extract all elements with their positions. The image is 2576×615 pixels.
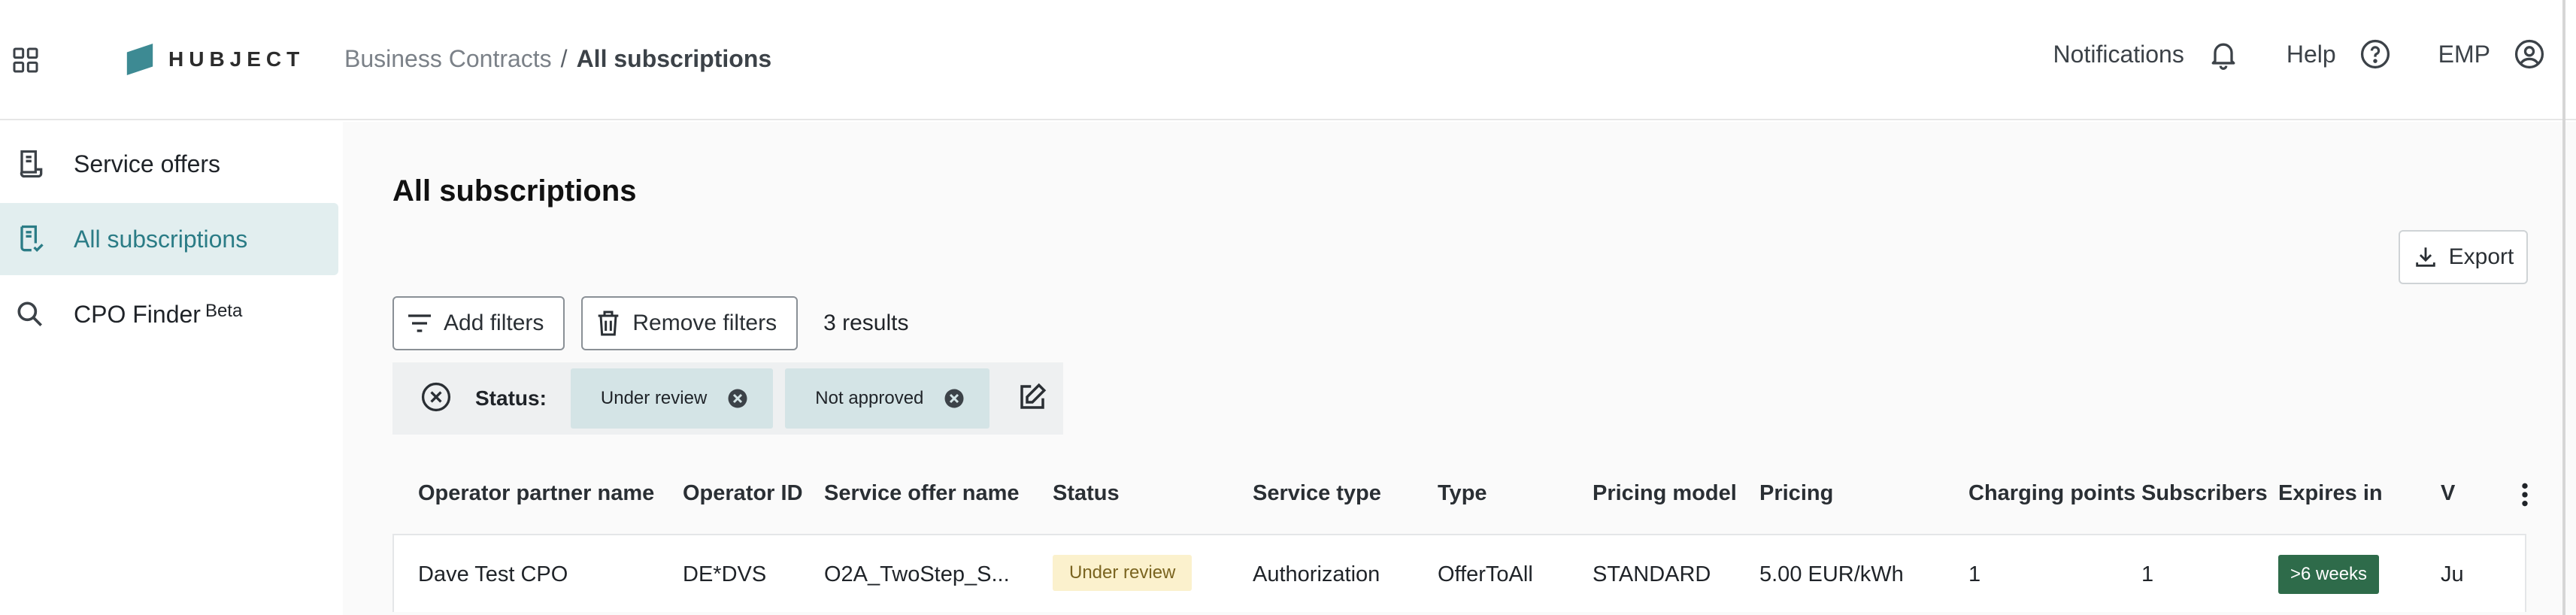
active-filters: Status: Under review Not approved [392, 362, 1063, 435]
cell-service-type: Authorization [1253, 562, 1380, 586]
main-content: All subscriptions Export Add filters Rem… [343, 122, 2576, 615]
brand-logo[interactable]: HUBJECT [126, 44, 305, 75]
close-circle-icon [421, 382, 451, 411]
help-label: Help [2286, 40, 2336, 68]
export-label: Export [2448, 244, 2514, 269]
column-header[interactable]: Expires in [2278, 481, 2383, 506]
header-actions: Notifications Help EMP [2053, 38, 2546, 71]
cell-pricing: 5.00 EUR/kWh [1759, 562, 1904, 586]
chip-label: Under review [600, 388, 708, 408]
cell-pricing-model: STANDARD [1593, 562, 1711, 586]
add-filters-button[interactable]: Add filters [392, 296, 565, 350]
notifications-button[interactable]: Notifications [2053, 38, 2240, 71]
filter-icon [408, 314, 431, 332]
beta-badge: Beta [205, 301, 243, 321]
window-scrollbar[interactable] [2562, 0, 2565, 615]
column-header[interactable]: Service type [1253, 481, 1381, 506]
cell-charging-points: 1 [1968, 562, 1981, 586]
bell-icon [2211, 43, 2235, 70]
notifications-label: Notifications [2053, 40, 2184, 68]
account-circle-icon [2514, 39, 2544, 69]
sidebar-item-label: CPO Finder [74, 300, 201, 328]
status-filter-label: Status: [475, 386, 547, 410]
brand-wordmark: HUBJECT [168, 47, 305, 71]
export-button[interactable]: Export [2399, 230, 2528, 284]
column-header[interactable]: Charging points [1968, 481, 2135, 506]
help-button[interactable]: Help [2287, 38, 2392, 71]
sidebar: Service offers All subscriptions CPO Fin… [0, 122, 343, 615]
remove-chip-icon[interactable] [943, 387, 965, 410]
results-count: 3 results [823, 311, 909, 335]
breadcrumb-parent[interactable]: Business Contracts [344, 45, 552, 73]
column-header[interactable]: Subscribers [2141, 481, 2268, 506]
cell-subscribers: 1 [2141, 562, 2154, 586]
filter-chip-under-review: Under review [570, 368, 774, 429]
account-label: EMP [2438, 40, 2490, 68]
column-header[interactable]: V [2441, 481, 2455, 506]
sidebar-item-service-offers[interactable]: Service offers [0, 128, 338, 200]
table-row[interactable]: Dave Test CPO DE*DVS O2A_TwoStep_S... Un… [392, 534, 2526, 612]
expires-badge: >6 weeks [2278, 555, 2380, 594]
cell-service-offer-name: O2A_TwoStep_S... [824, 562, 1010, 586]
add-filters-label: Add filters [444, 311, 544, 335]
breadcrumb: Business Contracts / All subscriptions [344, 45, 771, 73]
cell-operator-id: DE*DVS [683, 562, 767, 586]
filter-chip-not-approved: Not approved [785, 368, 990, 429]
edit-filter-button[interactable] [1017, 381, 1048, 417]
apps-grid-icon[interactable] [11, 45, 41, 75]
column-header[interactable]: Operator partner name [418, 481, 654, 506]
top-header: HUBJECT Business Contracts / All subscri… [0, 0, 2576, 120]
sidebar-item-label: Service offers [74, 150, 221, 177]
hubject-logo-icon [126, 44, 153, 75]
column-header[interactable]: Pricing [1759, 481, 1833, 506]
status-badge: Under review [1053, 555, 1193, 591]
remove-filters-button[interactable]: Remove filters [581, 296, 799, 350]
column-header[interactable]: Status [1053, 481, 1120, 506]
cell-operator-partner-name: Dave Test CPO [418, 562, 568, 586]
search-icon [17, 301, 42, 326]
document-icon [20, 150, 43, 178]
remove-chip-icon[interactable] [726, 387, 749, 410]
sidebar-item-label: All subscriptions [74, 225, 248, 253]
clear-status-filter-button[interactable] [420, 380, 453, 417]
trash-icon [599, 311, 619, 336]
sidebar-item-all-subscriptions[interactable]: All subscriptions [0, 203, 338, 275]
breadcrumb-separator: / [560, 45, 568, 72]
table-header: Operator partner name Operator ID Servic… [392, 453, 2528, 535]
column-header[interactable]: Operator ID [683, 481, 803, 506]
more-vertical-icon[interactable] [2510, 480, 2540, 510]
column-header[interactable]: Service offer name [824, 481, 1020, 506]
account-button[interactable]: EMP [2438, 38, 2546, 71]
cell-valid: Ju [2441, 562, 2464, 586]
edit-icon [1020, 383, 1047, 409]
chip-label: Not approved [815, 388, 924, 408]
page-title: All subscriptions [392, 174, 637, 208]
remove-filters-label: Remove filters [632, 311, 777, 335]
breadcrumb-current: All subscriptions [576, 45, 772, 72]
cell-type: OfferToAll [1438, 562, 1533, 586]
column-header[interactable]: Type [1438, 481, 1487, 506]
column-header[interactable]: Pricing model [1593, 481, 1737, 506]
download-icon [2415, 247, 2435, 267]
filter-toolbar: Add filters Remove filters 3 results [392, 296, 909, 350]
help-circle-icon [2360, 39, 2390, 69]
document-check-icon [20, 225, 44, 253]
sidebar-item-cpo-finder[interactable]: CPO Finder Beta [0, 278, 338, 350]
